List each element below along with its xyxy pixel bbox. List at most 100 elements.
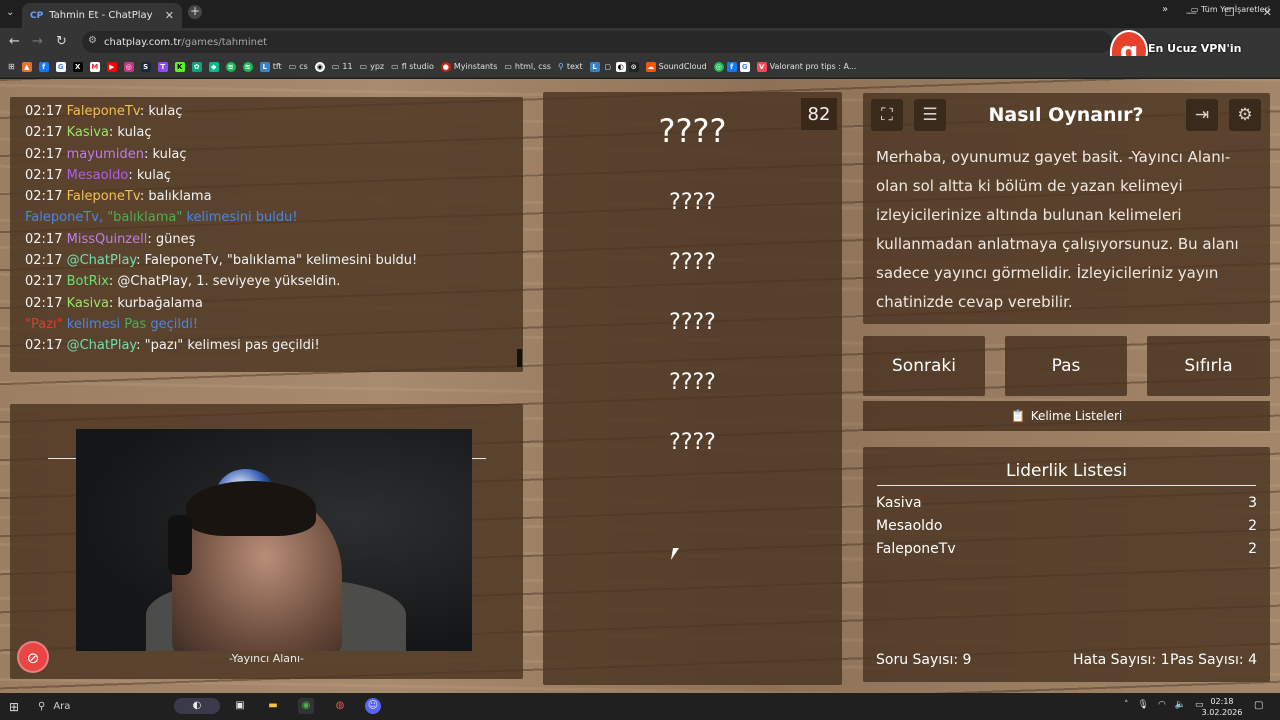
chat-line: 02:17 @ChatPlay: FaleponeTv, "balıklama"… bbox=[25, 253, 418, 269]
pass-button[interactable]: Pas bbox=[1005, 336, 1127, 396]
bookmark-text[interactable]: ⚲ text bbox=[558, 62, 583, 71]
bookmark-instagram-icon[interactable]: ◎ bbox=[123, 61, 134, 72]
bookmark-extra-icons[interactable]: ◎ f G bbox=[713, 61, 750, 72]
bookmark-cs[interactable]: ▭ cs bbox=[289, 62, 308, 71]
how-to-play-panel: ⛶ ☰ Nasıl Oynanır? ⇥ ⚙ Merhaba, oyunumuz… bbox=[863, 93, 1270, 324]
valorant-icon: V bbox=[756, 61, 767, 72]
folder-icon: ▭ bbox=[359, 62, 368, 71]
bookmark-valorant[interactable]: V Valorant pro tips : A... bbox=[756, 61, 856, 72]
apps-icon[interactable]: ⊞ bbox=[8, 62, 15, 71]
chrome-icon[interactable]: ◉ bbox=[298, 698, 314, 714]
bookmark-spotify2-icon[interactable]: ≋ bbox=[242, 61, 253, 72]
how-to-play-title: Nasıl Oynanır? bbox=[988, 104, 1144, 126]
bookmark-flstudio[interactable]: ▭ fl studio bbox=[391, 62, 434, 71]
bookmark-fire-icon[interactable]: ▲ bbox=[21, 61, 32, 72]
browser-toolbar: ← → ↻ ⚙ chatplay.com.tr/games/tahminet ★… bbox=[0, 28, 1280, 75]
reset-button[interactable]: Sıfırla bbox=[1147, 336, 1270, 396]
bookmark-twitch-icon[interactable]: T bbox=[157, 61, 168, 72]
task-view-icon[interactable]: ▣ bbox=[232, 698, 248, 714]
tab-search-icon[interactable]: ⌄ bbox=[6, 7, 14, 18]
chat-line: 02:17 Kasiva: kurbağalama bbox=[25, 295, 203, 311]
bookmark-soundcloud[interactable]: ☁ SoundCloud bbox=[645, 61, 707, 72]
leaderboard-title: Liderlik Listesi bbox=[1006, 461, 1127, 481]
bookmark-x-icon[interactable]: X bbox=[72, 61, 83, 72]
mic-icon[interactable]: 🎙 bbox=[1138, 700, 1149, 710]
divider bbox=[877, 485, 1256, 486]
file-explorer-icon[interactable]: ▬ bbox=[265, 698, 281, 714]
chat-line: 02:17 MissQuinzell: güneş bbox=[25, 231, 196, 247]
recorder-icon[interactable]: ◍ bbox=[332, 698, 348, 714]
forbidden-word: ???? bbox=[669, 370, 716, 395]
site-info-icon[interactable]: ⚙ bbox=[88, 35, 97, 46]
address-bar[interactable]: ⚙ chatplay.com.tr/games/tahminet bbox=[82, 31, 1112, 53]
back-icon[interactable]: ← bbox=[9, 34, 20, 49]
fullscreen-icon[interactable]: ⛶ bbox=[871, 99, 903, 131]
taskbar: ⊞ ⚲ Ara ◐ ▣ ▬ ◉ ◍ ☺ ˄ 🎙 ◠ 🔈 ▭ 02:18 3.02.2… bbox=[0, 693, 1280, 720]
bookmark-gmail-icon[interactable]: M bbox=[89, 61, 100, 72]
forward-icon[interactable]: → bbox=[32, 34, 43, 49]
mistake-count: Hata Sayısı: 1 bbox=[1073, 652, 1170, 668]
bookmark-tft[interactable]: Ltft bbox=[259, 61, 282, 72]
myinstants-icon: ● bbox=[440, 61, 451, 72]
block-icon[interactable]: ⊘ bbox=[17, 641, 49, 673]
reload-icon[interactable]: ↻ bbox=[56, 34, 67, 49]
bookmark-google-icon[interactable]: G bbox=[55, 61, 66, 72]
chat-line: 02:17 FaleponeTv: balıklama bbox=[25, 189, 212, 205]
main-word: ???? bbox=[658, 112, 727, 150]
headphones-icon[interactable]: ◠ bbox=[1158, 700, 1166, 710]
bookmark-teal-icon[interactable]: ◆ bbox=[208, 61, 219, 72]
leaderboard-row: FaleponeTv 2 bbox=[876, 541, 1257, 557]
search-highlight-icon[interactable]: ◐ bbox=[174, 698, 220, 714]
bookmarks-bar: ⊞ ▲ f G X M ▶ ◎ S T K ✿ ◆ ≋ ≋ Ltft ▭ cs ◉… bbox=[0, 56, 1280, 78]
chat-line: 02:17 Kasiva: kulaç bbox=[25, 125, 152, 141]
chat-line: 02:17 @ChatPlay: "pazı" kelimesi pas geç… bbox=[25, 338, 320, 354]
bookmark-chatgpt-icon[interactable]: ✿ bbox=[191, 61, 202, 72]
notification-icon[interactable]: ▢ bbox=[1254, 700, 1263, 711]
bookmark-facebook-icon[interactable]: f bbox=[38, 61, 49, 72]
forbidden-word: ???? bbox=[669, 190, 716, 215]
bookmark-github-icon[interactable]: ◉ bbox=[314, 61, 325, 72]
windows-start-icon[interactable]: ⊞ bbox=[9, 700, 19, 714]
tab-active[interactable]: CP Tahmin Et - ChatPlay ✕ bbox=[22, 3, 182, 28]
search-icon: ⚲ bbox=[38, 701, 46, 712]
bookmark-ypz[interactable]: ▭ ypz bbox=[360, 62, 385, 71]
bookmark-spotify-icon[interactable]: ≋ bbox=[225, 61, 236, 72]
document-icon[interactable]: ☰ bbox=[914, 99, 946, 131]
tft-icon: L bbox=[259, 61, 270, 72]
exit-icon[interactable]: ⇥ bbox=[1186, 99, 1218, 131]
discord-icon[interactable]: ☺ bbox=[365, 698, 381, 714]
chat-scrollbar[interactable] bbox=[517, 349, 522, 367]
word-lists-button[interactable]: 📋 Kelime Listeleri bbox=[863, 401, 1270, 431]
divider bbox=[470, 458, 486, 459]
tray-chevron-icon[interactable]: ˄ bbox=[1124, 700, 1129, 710]
volume-icon[interactable]: 🔈 bbox=[1175, 700, 1186, 710]
chat-line: 02:17 Mesaoldo: kulaç bbox=[25, 167, 171, 183]
browser-tab-strip: ⌄ CP Tahmin Et - ChatPlay ✕ + — ❐ ✕ bbox=[0, 0, 1280, 28]
bookmark-kick-icon[interactable]: K bbox=[174, 61, 185, 72]
bookmark-steam-icon[interactable]: S bbox=[140, 61, 151, 72]
webcam-overlay bbox=[76, 429, 472, 651]
all-bookmarks[interactable]: ▭ Tüm Yer İşaretleri bbox=[1191, 5, 1270, 14]
soundcloud-icon: ☁ bbox=[645, 61, 656, 72]
folder-icon: ▭ bbox=[504, 62, 512, 71]
how-to-play-text: Merhaba, oyunumuz gayet basit. -Yayıncı … bbox=[876, 148, 1239, 311]
info-header: ⛶ ☰ Nasıl Oynanır? ⇥ ⚙ bbox=[863, 93, 1270, 137]
tab-close-icon[interactable]: ✕ bbox=[165, 9, 174, 22]
system-clock[interactable]: 02:18 3.02.2026 bbox=[1200, 696, 1244, 718]
bookmark-htmlcss[interactable]: ▭ html, css bbox=[504, 62, 551, 71]
bookmark-11[interactable]: ▭ 11 bbox=[332, 62, 353, 71]
forbidden-word: ???? bbox=[669, 430, 716, 455]
bookmark-myinstants[interactable]: ● Myinstants bbox=[440, 61, 497, 72]
bookmark-misc-icons[interactable]: L ▢ ◐ ⊙ bbox=[589, 61, 639, 72]
new-tab-button[interactable]: + bbox=[188, 5, 202, 19]
folder-icon: ▭ bbox=[391, 62, 399, 71]
pin-icon: ⚲ bbox=[557, 62, 564, 71]
found-notice: FaleponeTv, "balıklama" kelimesini buldu… bbox=[25, 210, 298, 226]
next-button[interactable]: Sonraki bbox=[863, 336, 985, 396]
chat-line: 02:17 mayumiden: kulaç bbox=[25, 146, 187, 162]
url-path: /games/tahminet bbox=[181, 36, 268, 48]
bookmark-youtube-icon[interactable]: ▶ bbox=[106, 61, 117, 72]
question-count: Soru Sayısı: 9 bbox=[876, 652, 972, 668]
bookmarks-overflow-icon[interactable]: » bbox=[1162, 4, 1168, 15]
gear-icon[interactable]: ⚙ bbox=[1229, 99, 1261, 131]
